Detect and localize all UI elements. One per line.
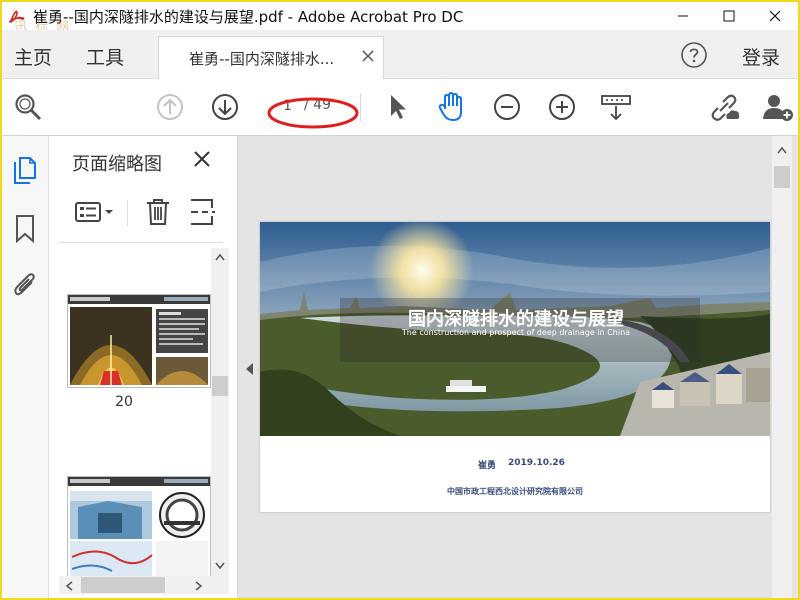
thumbnail-page-20[interactable] [67,294,211,388]
thumbnail-vertical-scrollbar[interactable] [211,248,229,576]
tunnel-thumbnail-image [68,295,210,387]
panel-toolbar-divider [127,200,128,226]
zoom-in-icon [549,94,575,120]
select-tool-button[interactable] [382,91,414,123]
page-up-icon [157,94,183,120]
previous-page-button[interactable] [154,91,186,123]
share-link-icon [711,94,740,121]
zoom-out-icon [494,94,520,120]
close-panel-icon[interactable] [192,149,212,169]
panel-toolbar [59,186,223,243]
thumbnail-options-button[interactable] [73,196,117,228]
scroll-down-arrow-icon[interactable] [215,562,225,570]
maximize-icon [723,10,735,22]
minimize-icon [678,15,688,17]
next-page-button[interactable] [209,91,241,123]
navigation-rail [2,136,49,598]
thumbnail-hscroll-thumb[interactable] [81,577,165,593]
tab-tools[interactable]: 工具 [86,43,124,70]
document-organization: 中国市政工程西北设计研究院有限公司 [447,487,583,496]
hand-tool-icon [438,91,462,122]
document-date: 2019.10.26 [508,458,565,468]
page-thumbnails-panel: 页面缩略图 20 [49,136,238,598]
minimize-button[interactable] [660,2,706,30]
insert-page-icon [191,199,215,225]
delete-page-button[interactable] [141,196,175,228]
document-scroll-thumb[interactable] [774,166,790,188]
drainage-thumbnail-image [68,477,210,576]
add-user-icon [763,95,793,121]
document-title-en: The construction and prospect of deep dr… [401,328,631,337]
thumbnail-list: 20 [59,248,211,576]
title-bar: 迅 标 网 崔勇--国内深隧排水的建设与展望.pdf - Adobe Acrob… [2,2,798,35]
tab-bar: 主页 工具 崔勇--国内深隧排水... 登录 [2,30,798,79]
bookmarks-icon [16,215,34,244]
search-button[interactable] [12,91,44,123]
bookmarks-button[interactable] [10,214,40,244]
page-thumbnails-icon [14,157,36,184]
add-user-button[interactable] [762,91,794,123]
thumbnail-horizontal-scrollbar[interactable] [59,576,229,594]
document-vertical-scrollbar[interactable] [772,136,792,598]
thumbnail-page-21[interactable] [67,476,211,576]
tab-document[interactable]: 崔勇--国内深隧排水... [158,36,384,79]
scroll-up-arrow-icon[interactable] [215,253,225,261]
main-toolbar: / 49 [2,79,798,136]
document-author: 崔勇 [478,461,497,471]
annotation-ellipse-icon [267,97,359,129]
hand-tool-button[interactable] [436,91,468,123]
close-icon [769,10,781,22]
attachments-icon [14,273,35,296]
page-thumbnails-button[interactable] [10,156,40,186]
attachments-button[interactable] [10,270,40,300]
thumbnail-page-label: 20 [115,394,133,410]
close-tab-icon[interactable] [361,49,375,63]
maximize-button[interactable] [706,2,752,30]
zoom-in-button[interactable] [546,91,578,123]
trash-icon [147,199,169,225]
doc-scroll-up-icon[interactable] [777,146,787,154]
share-link-button[interactable] [709,91,741,123]
toolbar-divider [360,93,361,121]
select-cursor-icon [391,95,406,119]
panel-title: 页面缩略图 [72,154,162,175]
collapse-panel-icon[interactable] [244,362,254,376]
search-icon [15,94,42,121]
close-window-button[interactable] [752,2,798,30]
scroll-left-arrow-icon[interactable] [65,581,73,591]
acrobat-window: 迅 标 网 崔勇--国内深隧排水的建设与展望.pdf - Adobe Acrob… [2,2,798,598]
scroll-right-arrow-icon[interactable] [195,581,203,591]
thumbnail-scroll-thumb[interactable] [212,376,228,396]
login-button[interactable]: 登录 [742,43,780,70]
keyboard-scroll-icon [601,95,631,121]
tab-home[interactable]: 主页 [14,43,52,70]
options-menu-icon [75,202,113,222]
document-viewer: 国内深隧排水的建设与展望 The construction and prospe… [238,136,798,598]
insert-page-button[interactable] [185,196,219,228]
help-icon[interactable] [680,41,708,69]
zoom-out-button[interactable] [491,91,523,123]
pdf-page: 国内深隧排水的建设与展望 The construction and prospe… [260,222,770,512]
document-tab-label: 崔勇--国内深隧排水... [189,50,335,68]
page-down-icon [212,94,238,120]
window-title: 崔勇--国内深隧排水的建设与展望.pdf - Adobe Acrobat Pro… [33,8,464,26]
scroll-mode-button[interactable] [600,91,632,123]
